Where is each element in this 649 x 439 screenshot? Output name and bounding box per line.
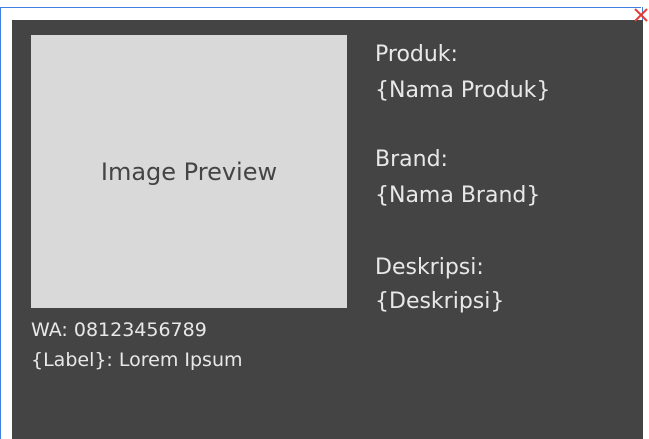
product-value: {Nama Produk} <box>375 78 551 103</box>
close-icon[interactable] <box>632 6 649 24</box>
brand-value: {Nama Brand} <box>375 183 541 208</box>
image-preview-label: Image Preview <box>100 157 278 186</box>
product-label: Produk: <box>375 42 458 67</box>
description-value: {Deskripsi} <box>375 289 505 314</box>
description-label: Deskripsi: <box>375 255 484 280</box>
whatsapp-number: WA: 08123456789 <box>31 319 207 341</box>
selection-left-border <box>0 7 1 439</box>
brand-label: Brand: <box>375 147 448 172</box>
image-preview[interactable]: Image Preview <box>31 35 347 308</box>
selection-top-border <box>0 7 641 8</box>
custom-label: {Label}: Lorem Ipsum <box>31 349 243 371</box>
